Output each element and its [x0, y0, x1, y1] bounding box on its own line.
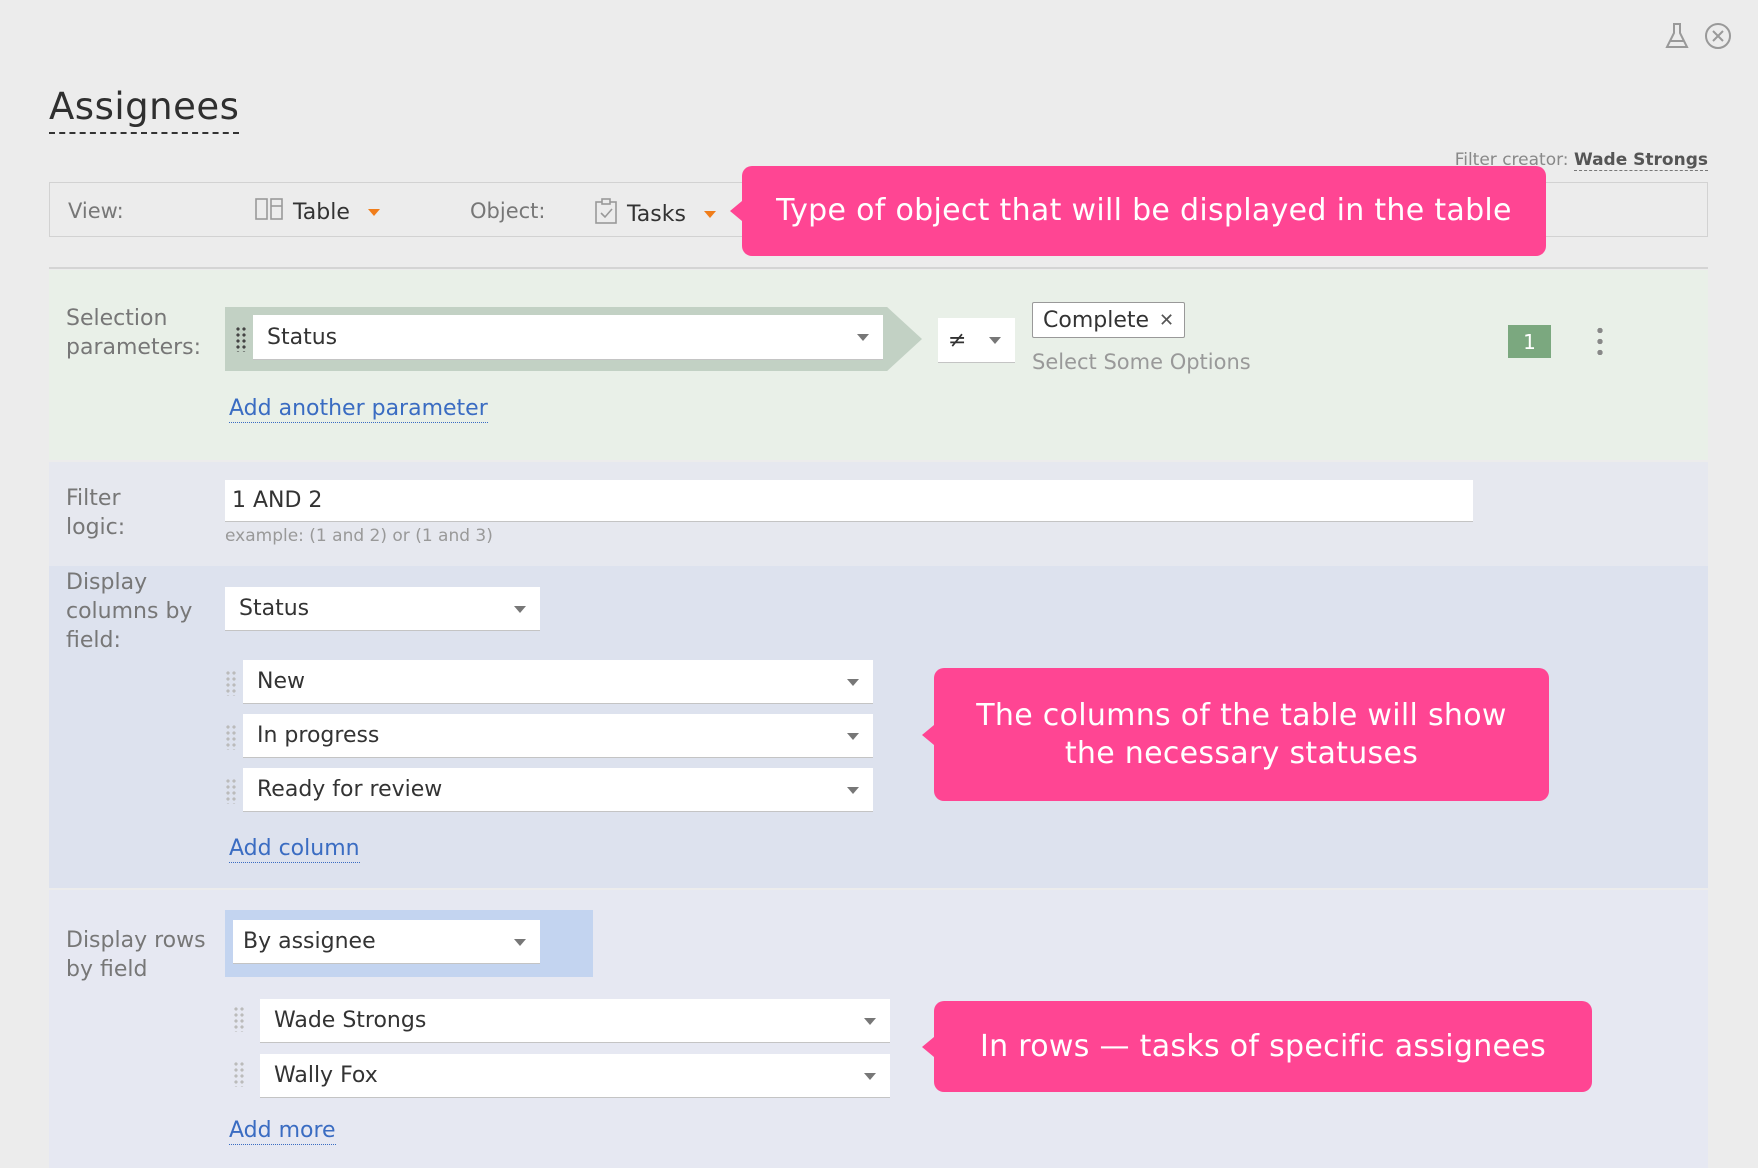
columns-label: Display columns by field:	[66, 570, 193, 653]
rows-field-select[interactable]: By assignee	[233, 920, 540, 964]
columns-field-value: Status	[239, 596, 310, 621]
add-more-link[interactable]: Add more	[229, 1118, 336, 1145]
selected-option-tag: Complete ✕	[1032, 302, 1186, 338]
chevron-down-icon	[514, 938, 526, 946]
view-select[interactable]: Table	[255, 198, 380, 226]
filter-logic-input[interactable]: 1 AND 2	[225, 480, 1473, 522]
view-value: Table	[293, 199, 350, 225]
tag-label: Complete	[1043, 307, 1150, 333]
filter-logic-hint: example: (1 and 2) or (1 and 3)	[225, 526, 493, 546]
flask-icon[interactable]	[1664, 22, 1690, 50]
drag-handle-icon[interactable]	[225, 724, 237, 750]
view-label: View:	[68, 199, 124, 223]
parameter-field-value: Status	[267, 324, 338, 350]
add-parameter-link[interactable]: Add another parameter	[229, 396, 488, 423]
row-item-value: Wally Fox	[274, 1063, 378, 1088]
column-item-select[interactable]: New	[243, 660, 873, 704]
row-item-value: Wade Strongs	[274, 1008, 427, 1033]
callout-rows: In rows — tasks of specific assignees	[922, 1001, 1592, 1092]
rows-field-value: By assignee	[243, 929, 376, 954]
drag-handle-icon[interactable]	[235, 326, 247, 352]
chevron-down-icon	[864, 1017, 876, 1025]
column-item-select[interactable]: In progress	[243, 714, 873, 758]
options-input[interactable]: Select Some Options	[1032, 350, 1251, 374]
chevron-down-icon	[857, 334, 869, 341]
object-select[interactable]: Tasks	[595, 198, 716, 230]
divider	[49, 267, 1708, 269]
operator-value: ≠	[948, 327, 967, 353]
rows-label: Display rows by field	[66, 928, 206, 982]
chevron-down-icon	[703, 210, 716, 218]
clipboard-check-icon	[595, 198, 617, 230]
add-column-link[interactable]: Add column	[229, 836, 360, 863]
drag-handle-icon[interactable]	[225, 778, 237, 804]
parameter-field-select[interactable]: Status	[253, 315, 883, 360]
chevron-down-icon	[864, 1072, 876, 1080]
chevron-down-icon	[847, 732, 859, 740]
filter-creator-name[interactable]: Wade Strongs	[1573, 150, 1708, 171]
top-icons	[1664, 22, 1732, 50]
column-item-select[interactable]: Ready for review	[243, 768, 873, 812]
operator-select[interactable]: ≠	[938, 318, 1015, 363]
more-options-icon[interactable]	[1597, 325, 1603, 355]
parameter-number-badge: 1	[1508, 325, 1551, 358]
column-item-value: New	[257, 669, 305, 694]
column-item-value: In progress	[257, 723, 380, 748]
chevron-down-icon	[514, 605, 526, 613]
remove-tag-icon[interactable]: ✕	[1159, 310, 1174, 331]
object-value: Tasks	[627, 201, 686, 227]
row-item-select[interactable]: Wade Strongs	[260, 999, 890, 1043]
callout-columns: The columns of the table will show the n…	[922, 668, 1549, 801]
columns-field-select[interactable]: Status	[225, 587, 540, 631]
row-item-select[interactable]: Wally Fox	[260, 1054, 890, 1098]
chevron-down-icon	[989, 337, 1001, 344]
page-title[interactable]: Assignees	[49, 84, 240, 134]
column-item-value: Ready for review	[257, 777, 443, 802]
chevron-down-icon	[847, 678, 859, 686]
filter-logic-label: Filter logic:	[66, 486, 126, 540]
chevron-down-icon	[847, 786, 859, 794]
drag-handle-icon[interactable]	[233, 1061, 245, 1087]
drag-handle-icon[interactable]	[225, 670, 237, 696]
selection-label: Selection parameters:	[66, 306, 202, 360]
drag-handle-icon[interactable]	[233, 1006, 245, 1032]
callout-object: Type of object that will be displayed in…	[730, 166, 1546, 256]
close-icon[interactable]	[1704, 22, 1732, 50]
object-label: Object:	[470, 199, 546, 223]
chevron-down-icon	[367, 208, 380, 216]
table-view-icon	[255, 198, 283, 226]
